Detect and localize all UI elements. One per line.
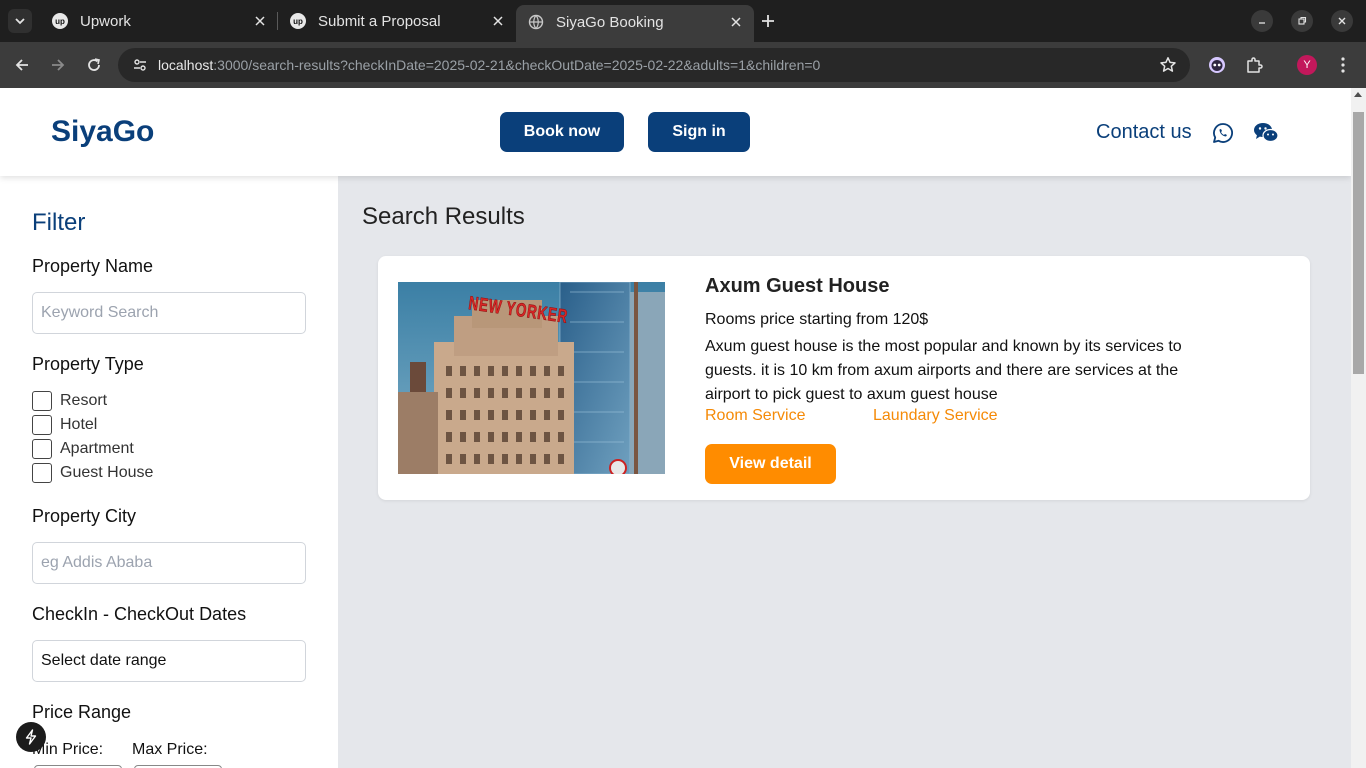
checkbox[interactable] [32, 391, 52, 411]
property-name-input[interactable]: Keyword Search [32, 292, 306, 334]
browser-menu-button[interactable] [1330, 52, 1356, 78]
browser-toolbar: localhost:3000/search-results?checkInDat… [0, 42, 1366, 88]
checkbox-label: Guest House [60, 464, 154, 481]
minimize-button[interactable] [1251, 10, 1273, 32]
reload-icon [88, 58, 100, 71]
property-name[interactable]: Axum Guest House [705, 275, 889, 298]
address-bar[interactable]: localhost:3000/search-results?checkInDat… [118, 48, 1190, 82]
tab-title: Upwork [80, 12, 131, 30]
date-range-picker[interactable]: Select date range [32, 640, 306, 682]
page-viewport: SiyaGo Book now Sign in Contact us Filte… [0, 88, 1351, 768]
checkbox[interactable] [32, 439, 52, 459]
property-city-label: Property City [32, 506, 137, 526]
forward-button[interactable] [45, 52, 71, 78]
property-photo[interactable]: NEW YORKER [398, 282, 665, 474]
property-city-input[interactable]: eg Addis Ababa [32, 542, 306, 584]
minimize-icon [1259, 22, 1265, 24]
tab-search-button[interactable] [8, 9, 32, 33]
browser-tab-bar: up Upwork up Submit a Proposal SiyaGo Bo… [0, 0, 1366, 42]
tab-submit-proposal[interactable]: up Submit a Proposal [278, 6, 516, 36]
property-city-placeholder: eg Addis Ababa [41, 554, 153, 571]
site-info-icon[interactable] [130, 55, 150, 75]
property-type-label: Property Type [32, 354, 144, 374]
checkbox-resort[interactable]: Resort [32, 391, 107, 411]
chevron-down-icon [15, 18, 25, 25]
checkbox-guest-house[interactable]: Guest House [32, 463, 153, 483]
url-host: localhost [158, 57, 214, 73]
avatar: Y [1297, 55, 1317, 75]
filter-sidebar: Filter Property Name Keyword Search Prop… [0, 176, 338, 768]
arrow-left-icon [15, 59, 28, 71]
tab-title: Submit a Proposal [318, 12, 441, 30]
view-detail-button[interactable]: View detail [705, 444, 836, 484]
date-range-value: Select date range [41, 652, 167, 669]
upwork-icon: up [52, 13, 68, 29]
result-card: NEW YORKER Axum Guest House Rooms price … [378, 256, 1310, 500]
page-scrollbar[interactable] [1351, 88, 1366, 768]
kebab-menu-icon [1341, 57, 1345, 73]
checkbox-label: Resort [60, 392, 108, 409]
scroll-thumb[interactable] [1353, 112, 1364, 374]
checkbox-apartment[interactable]: Apartment [32, 439, 134, 459]
close-window-button[interactable] [1331, 10, 1353, 32]
checkbox[interactable] [32, 463, 52, 483]
max-price-label: Max Price: [132, 741, 208, 758]
wechat-icon[interactable] [1253, 120, 1279, 146]
close-icon[interactable] [488, 11, 508, 31]
checkbox-hotel[interactable]: Hotel [32, 415, 97, 435]
new-tab-button[interactable] [756, 9, 780, 33]
tab-siyago-booking[interactable]: SiyaGo Booking [516, 5, 754, 42]
restore-icon [1298, 16, 1307, 25]
dates-label: CheckIn - CheckOut Dates [32, 604, 247, 624]
site-logo[interactable]: SiyaGo [51, 115, 154, 149]
property-description: Axum guest house is the most popular and… [705, 338, 1182, 403]
filter-title: Filter [32, 209, 86, 236]
globe-icon [528, 14, 544, 30]
site-header: SiyaGo Book now Sign in Contact us [0, 88, 1351, 176]
puzzle-icon[interactable] [1241, 52, 1267, 78]
extension-icon[interactable] [1204, 52, 1230, 78]
book-now-button[interactable]: Book now [500, 112, 624, 152]
contact-us-link[interactable]: Contact us [1096, 121, 1192, 144]
plus-icon [762, 15, 774, 27]
bookmark-star-icon[interactable] [1158, 55, 1178, 75]
property-name-label: Property Name [32, 256, 154, 276]
price-range-label: Price Range [32, 702, 132, 722]
search-results-title: Search Results [362, 203, 525, 230]
checkbox[interactable] [32, 415, 52, 435]
upwork-icon: up [290, 13, 306, 29]
sign-in-button[interactable]: Sign in [648, 112, 750, 152]
tab-title: SiyaGo Booking [556, 13, 664, 31]
whatsapp-icon[interactable] [1210, 120, 1236, 146]
lightning-icon [25, 729, 37, 745]
service-tag: Laundary Service [873, 407, 998, 424]
url-path: :3000/search-results?checkInDate=2025-02… [213, 57, 821, 73]
profile-avatar[interactable]: Y [1294, 52, 1320, 78]
close-icon [1338, 17, 1346, 25]
tab-upwork[interactable]: up Upwork [40, 6, 278, 36]
checkbox-label: Hotel [60, 416, 98, 433]
maximize-button[interactable] [1291, 10, 1313, 32]
scroll-up-arrow[interactable] [1354, 92, 1362, 97]
property-name-placeholder: Keyword Search [41, 304, 159, 321]
arrow-right-icon [52, 59, 65, 71]
property-price: Rooms price starting from 120$ [705, 311, 929, 328]
service-tag: Room Service [705, 407, 806, 424]
close-icon[interactable] [250, 11, 270, 31]
dev-tools-button[interactable] [16, 722, 46, 752]
checkbox-label: Apartment [60, 440, 134, 457]
reload-button[interactable] [81, 52, 107, 78]
back-button[interactable] [9, 52, 35, 78]
close-icon[interactable] [726, 12, 746, 32]
